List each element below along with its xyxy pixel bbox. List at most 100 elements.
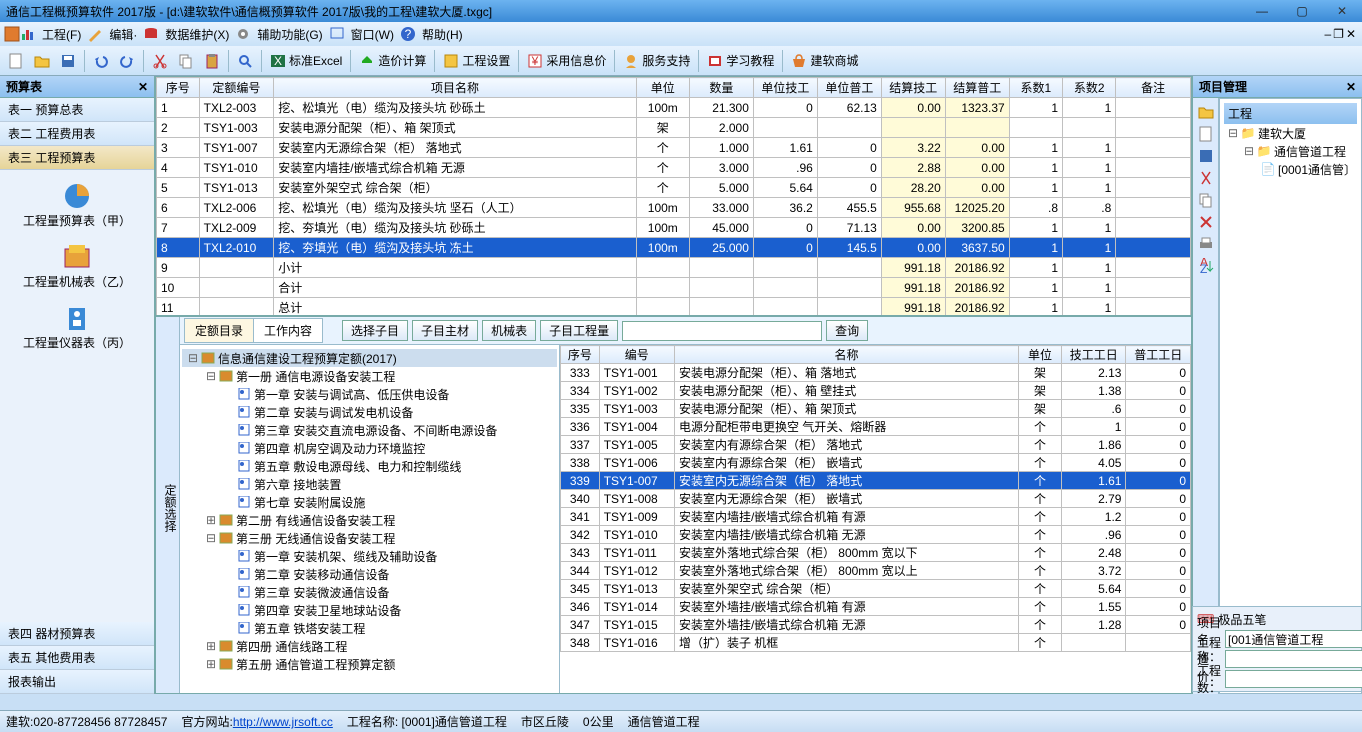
window-close[interactable]: ✕ [1322, 0, 1362, 22]
cat-row[interactable]: 335TSY1-003安装电源分配架（柜）、箱 架顶式架.60 [561, 400, 1191, 418]
grid-row[interactable]: 6TXL2-006挖、松填光（电）缆沟及接头坑 坚石（人工）100m33.000… [157, 198, 1191, 218]
catalog-grid[interactable]: 序号编号名称单位技工工日普工工日333TSY1-001安装电源分配架（柜）、箱 … [560, 345, 1191, 693]
tb-cut[interactable] [148, 49, 172, 73]
status-website[interactable]: http://www.jrsoft.cc [233, 715, 333, 729]
leftnav-item[interactable]: 报表输出 [0, 670, 154, 694]
btn-main-material[interactable]: 子目主材 [412, 320, 478, 341]
tree-node[interactable]: 第四章 机房空调及动力环境监控 [182, 439, 557, 457]
tree-node[interactable]: 第五章 敷设电源母线、电力和控制缆线 [182, 457, 557, 475]
window-minimize[interactable]: — [1242, 0, 1282, 22]
leftnav-item[interactable]: 表四 器材预算表 [0, 622, 154, 646]
grid-header[interactable]: 系数2 [1063, 78, 1116, 98]
cat-row[interactable]: 339TSY1-007安装室内无源综合架（柜） 落地式个1.610 [561, 472, 1191, 490]
main-grid[interactable]: 序号定额编号项目名称单位数量单位技工单位普工结算技工结算普工系数1系数2备注1T… [156, 77, 1191, 317]
mdi-minimize[interactable]: ‒ [1324, 27, 1331, 41]
grid-header[interactable]: 结算普工 [945, 78, 1009, 98]
cat-row[interactable]: 337TSY1-005安装室内有源综合架（柜） 落地式个1.860 [561, 436, 1191, 454]
menu-help[interactable]: 帮助(H) [416, 24, 469, 45]
grid-header[interactable]: 项目名称 [274, 78, 636, 98]
cat-header[interactable]: 名称 [674, 346, 1018, 364]
cat-row[interactable]: 346TSY1-014安装室外墙挂/嵌墙式综合机箱 有源个1.550 [561, 598, 1191, 616]
grid-header[interactable]: 定额编号 [199, 78, 274, 98]
right-pane-close[interactable]: ✕ [1346, 80, 1356, 94]
grid-row[interactable]: 11总计991.1820186.9211 [157, 298, 1191, 318]
prop-cost-input[interactable] [1225, 650, 1362, 668]
tree-node[interactable]: ⊟第三册 无线通信设备安装工程 [182, 529, 557, 547]
tree-node[interactable]: 第七章 安装附属设施 [182, 493, 557, 511]
cat-header[interactable]: 技工工日 [1061, 346, 1126, 364]
cat-row[interactable]: 334TSY1-002安装电源分配架（柜）、箱 壁挂式架1.380 [561, 382, 1191, 400]
grid-row[interactable]: 4TSY1-010安装室内墙挂/嵌墙式综合机箱 无源个3.000.9602.88… [157, 158, 1191, 178]
left-pane-close[interactable]: ✕ [138, 80, 148, 94]
btn-select-item[interactable]: 选择子目 [342, 320, 408, 341]
prop-qty-input[interactable] [1225, 670, 1362, 688]
quota-tree[interactable]: ⊟信息通信建设工程预算定额(2017)⊟第一册 通信电源设备安装工程第一章 安装… [180, 345, 560, 693]
grid-row[interactable]: 2TSY1-003安装电源分配架（柜）、箱 架顶式架2.000 [157, 118, 1191, 138]
leftnav-item[interactable]: 表一 预算总表 [0, 98, 154, 122]
cat-row[interactable]: 347TSY1-015安装室外墙挂/嵌墙式综合机箱 无源个1.280 [561, 616, 1191, 634]
grid-header[interactable]: 单位普工 [817, 78, 881, 98]
btn-query[interactable]: 查询 [826, 320, 868, 341]
grid-header[interactable]: 数量 [689, 78, 753, 98]
tb-support[interactable]: 服务支持 [619, 49, 694, 73]
btn-machine[interactable]: 机械表 [482, 320, 536, 341]
menu-assist[interactable]: 辅助功能(G) [251, 24, 328, 45]
cat-row[interactable]: 333TSY1-001安装电源分配架（柜）、箱 落地式架2.130 [561, 364, 1191, 382]
prop-name-input[interactable] [1225, 630, 1362, 648]
leftnav-item[interactable]: 表二 工程费用表 [0, 122, 154, 146]
cat-row[interactable]: 336TSY1-004电源分配柜带电更换空 气开关、熔断器个10 [561, 418, 1191, 436]
grid-row[interactable]: 1TXL2-003挖、松填光（电）缆沟及接头坑 砂砾土100m21.300062… [157, 98, 1191, 118]
tb-calc[interactable]: 造价计算 [355, 49, 430, 73]
leftnav-item[interactable]: 表三 工程预算表 [0, 146, 154, 170]
tree-node[interactable]: 第五章 铁塔安装工程 [182, 619, 557, 637]
tree-node[interactable]: 第二章 安装移动通信设备 [182, 565, 557, 583]
grid-row[interactable]: 5TSY1-013安装室外架空式 综合架（柜）个5.0005.64028.200… [157, 178, 1191, 198]
cat-row[interactable]: 348TSY1-016增（扩）装子 机框个 [561, 634, 1191, 652]
save-icon[interactable] [1198, 148, 1214, 164]
tree-node[interactable]: 第一章 安装机架、缆线及辅助设备 [182, 547, 557, 565]
tree-node[interactable]: 第三章 安装交直流电源设备、不间断电源设备 [182, 421, 557, 439]
tb-new[interactable] [4, 49, 28, 73]
grid-row[interactable]: 8TXL2-010挖、夯填光（电）缆沟及接头坑 冻土100m25.0000145… [157, 238, 1191, 258]
cat-row[interactable]: 345TSY1-013安装室外架空式 综合架（柜）个5.640 [561, 580, 1191, 598]
grid-header[interactable]: 序号 [157, 78, 200, 98]
leftnav-item[interactable]: 表五 其他费用表 [0, 646, 154, 670]
grid-row[interactable]: 10合计991.1820186.9211 [157, 278, 1191, 298]
tree-node[interactable]: ⊟第一册 通信电源设备安装工程 [182, 367, 557, 385]
tb-redo[interactable] [115, 49, 139, 73]
folder-icon[interactable] [1198, 104, 1214, 120]
project-tree[interactable]: 工程 ⊟📁建软大厦 ⊟📁通信管道工程 📄[0001通信管〕 [1219, 98, 1362, 694]
tree-node[interactable]: ⊞第四册 通信线路工程 [182, 637, 557, 655]
grid-header[interactable]: 系数1 [1009, 78, 1062, 98]
grid-row[interactable]: 3TSY1-007安装室内无源综合架（柜） 落地式个1.0001.6103.22… [157, 138, 1191, 158]
menu-project[interactable]: 工程(F) [36, 24, 87, 45]
cat-row[interactable]: 344TSY1-012安装室外落地式综合架（柜） 800mm 宽以上个3.720 [561, 562, 1191, 580]
cat-row[interactable]: 340TSY1-008安装室内无源综合架（柜） 嵌墙式个2.790 [561, 490, 1191, 508]
grid-header[interactable]: 单位技工 [753, 78, 817, 98]
cut-icon[interactable] [1198, 170, 1214, 186]
tb-mall[interactable]: 建软商城 [787, 49, 862, 73]
tree-node[interactable]: 第四章 安装卫星地球站设备 [182, 601, 557, 619]
tb-copy[interactable] [174, 49, 198, 73]
tb-infoprice[interactable]: ¥采用信息价 [523, 49, 610, 73]
btn-item-qty[interactable]: 子目工程量 [540, 320, 618, 341]
menu-window[interactable]: 窗口(W) [345, 24, 400, 45]
tree-node[interactable]: 第一章 安装与调试高、低压供电设备 [182, 385, 557, 403]
cat-header[interactable]: 单位 [1018, 346, 1061, 364]
cat-row[interactable]: 341TSY1-009安装室内墙挂/嵌墙式综合机箱 有源个1.20 [561, 508, 1191, 526]
vertical-tab[interactable]: 定额选择 [156, 317, 180, 693]
grid-row[interactable]: 7TXL2-009挖、夯填光（电）缆沟及接头坑 砂砾土100m45.000071… [157, 218, 1191, 238]
tree-node[interactable]: 第三章 安装微波通信设备 [182, 583, 557, 601]
cat-header[interactable]: 序号 [561, 346, 600, 364]
tb-excel[interactable]: X标准Excel [266, 49, 346, 73]
filter-combo[interactable] [622, 321, 822, 341]
mdi-restore[interactable]: ❐ [1333, 27, 1344, 41]
left-icon-item[interactable]: 工程量仪器表（丙） [0, 298, 154, 355]
left-icon-item[interactable]: 工程量机械表（乙） [0, 237, 154, 294]
new-doc-icon[interactable] [1198, 126, 1214, 142]
tree-node[interactable]: ⊞第二册 有线通信设备安装工程 [182, 511, 557, 529]
tb-learn[interactable]: 学习教程 [703, 49, 778, 73]
cat-header[interactable]: 编号 [599, 346, 674, 364]
delete-icon[interactable] [1198, 214, 1214, 230]
tree-node[interactable]: 第六章 接地装置 [182, 475, 557, 493]
